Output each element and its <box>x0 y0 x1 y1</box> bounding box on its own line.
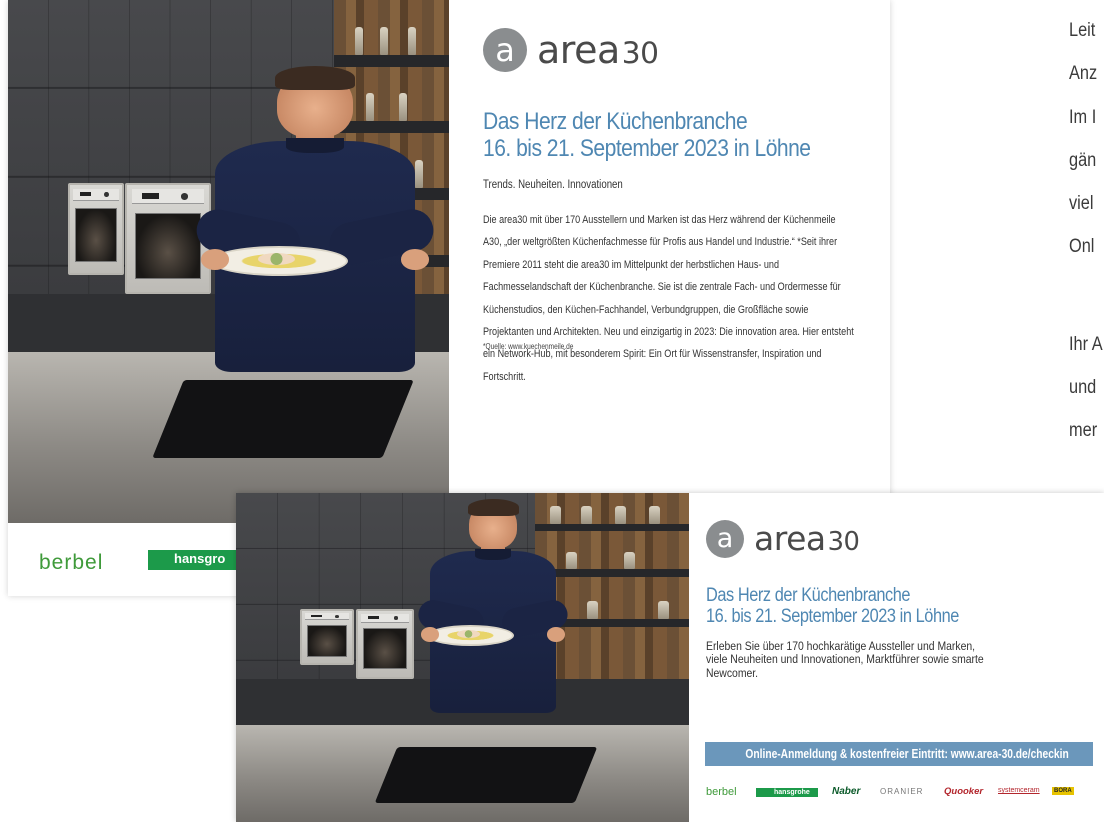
sponsor-systemceram: systemceram <box>998 787 1040 794</box>
chef-figure <box>192 66 438 372</box>
chef-kitchen-photo <box>8 0 449 523</box>
cooktop <box>152 380 414 458</box>
headline: Das Herz der Küchenbranche 16. bis 21. S… <box>706 585 959 627</box>
area30-badge-icon: a <box>706 519 744 558</box>
sponsor-bora: BORA <box>1052 787 1074 795</box>
sponsor-row: berbel hansgrohe Naber ORANIER Quooker s… <box>706 786 1104 802</box>
sponsor-naber: Naber <box>832 786 861 797</box>
body-text: Die area30 mit über 170 Ausstellern und … <box>483 213 854 383</box>
article-text-cutoff: Leit Anz Im I gän viel Onl Ihr A und mer <box>1069 20 1103 441</box>
plate <box>427 624 514 646</box>
headline: Das Herz der Küchenbranche 16. bis 21. S… <box>483 108 811 163</box>
ad-small-text-column: a area30 Das Herz der Küchenbranche 16. … <box>689 493 1104 822</box>
ad-large-text-column: a area30 Das Herz der Küchenbranche 16. … <box>449 6 890 490</box>
area30-badge-icon: a <box>483 28 527 72</box>
area30-logo: a area30 <box>483 28 858 72</box>
subhead: Trends. Neuheiten. Innovationen <box>483 178 623 191</box>
sponsor-hansgrohe: hansgrohe <box>756 788 818 797</box>
page: a area30 Das Herz der Küchenbranche 16. … <box>0 0 1104 822</box>
area30-logo: a area30 <box>706 519 1104 558</box>
intro-text: Erleben Sie über 170 hochkarätige Ausste… <box>706 638 984 680</box>
sponsor-oranier: ORANIER <box>880 787 924 796</box>
chef-figure <box>415 498 571 713</box>
berbel-logo: berbel <box>39 551 104 574</box>
oven-left <box>68 183 124 275</box>
plate <box>210 246 349 276</box>
oven-right <box>356 609 414 679</box>
oven-left <box>300 609 354 665</box>
sponsor-quooker: Quooker <box>944 786 984 797</box>
chef-kitchen-photo <box>236 493 689 822</box>
sponsor-berbel: berbel <box>706 786 737 798</box>
source-note: *Quelle: www.kuechenmeile.de <box>483 342 574 352</box>
cooktop <box>374 747 598 803</box>
checkin-cta-banner[interactable]: Online-Anmeldung & kostenfreier Eintritt… <box>705 742 1093 766</box>
ad-small: a area30 Das Herz der Küchenbranche 16. … <box>236 493 1104 822</box>
